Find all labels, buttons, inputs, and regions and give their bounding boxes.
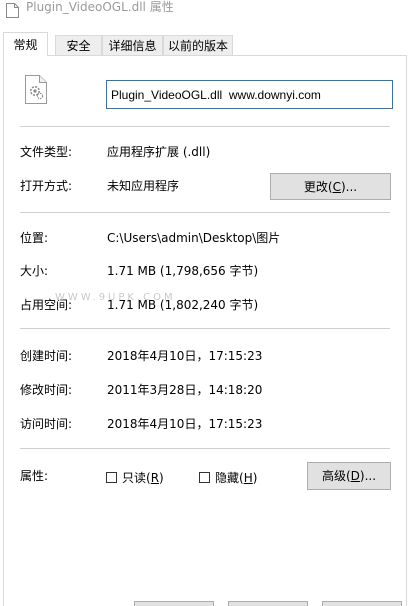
location-value: C:\Users\admin\Desktop\图片 — [107, 231, 281, 245]
created-label: 创建时间: — [20, 349, 73, 363]
size-label: 大小: — [20, 264, 49, 278]
window-title: Plugin_VideoOGL.dll 属性 — [26, 0, 174, 14]
watermark: WWW.9UPK.COM — [55, 292, 176, 303]
modified-label: 修改时间: — [20, 383, 73, 397]
opens-with-label: 打开方式: — [20, 179, 73, 193]
general-panel — [3, 55, 407, 606]
apply-button[interactable] — [322, 601, 402, 606]
readonly-checkbox[interactable]: 只读(R) — [106, 469, 164, 486]
attributes-label: 属性: — [20, 469, 49, 483]
change-button[interactable]: 更改(C)... — [270, 173, 391, 200]
opens-with-value: 未知应用程序 — [107, 179, 180, 193]
readonly-label: 只读(R) — [122, 471, 164, 485]
location-label: 位置: — [20, 231, 49, 245]
cancel-button[interactable] — [228, 601, 308, 606]
tab-details[interactable]: 详细信息 — [102, 35, 163, 55]
file-icon — [6, 3, 19, 18]
checkbox-box[interactable] — [106, 472, 117, 483]
file-type-label: 文件类型: — [20, 145, 73, 159]
size-value: 1.71 MB (1,798,656 字节) — [107, 264, 259, 278]
advanced-button[interactable]: 高级(D)... — [307, 462, 391, 490]
tab-previous-versions[interactable]: 以前的版本 — [163, 35, 233, 55]
tab-general[interactable]: 常规 — [3, 32, 48, 56]
checkbox-box[interactable] — [199, 472, 210, 483]
ok-button[interactable] — [134, 601, 214, 606]
separator — [20, 212, 390, 213]
tab-security[interactable]: 安全 — [55, 35, 102, 55]
separator — [20, 448, 390, 449]
created-value: 2018年4月10日，17:15:23 — [107, 349, 263, 363]
title-bar: Plugin_VideoOGL.dll 属性 — [0, 0, 410, 30]
hidden-label: 隐藏(H) — [215, 471, 258, 485]
dll-file-gear-icon — [25, 75, 47, 104]
modified-value: 2011年3月28日，14:18:20 — [107, 383, 263, 397]
separator — [20, 328, 390, 329]
file-name-input[interactable] — [106, 80, 393, 109]
accessed-value: 2018年4月10日，17:15:23 — [107, 417, 263, 431]
hidden-checkbox[interactable]: 隐藏(H) — [199, 469, 257, 486]
file-type-value: 应用程序扩展 (.dll) — [107, 145, 211, 159]
separator — [20, 126, 390, 127]
accessed-label: 访问时间: — [20, 417, 73, 431]
